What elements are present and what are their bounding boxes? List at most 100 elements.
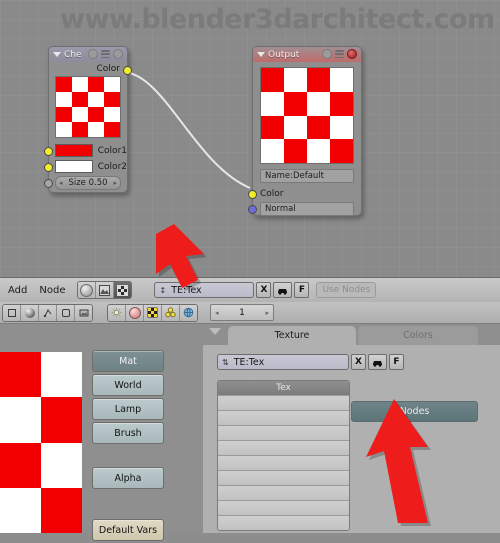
panel-delete-datablock-button[interactable]: X xyxy=(351,354,366,370)
list-item[interactable] xyxy=(218,425,349,440)
slider-left-arrow-icon[interactable]: ◂ xyxy=(59,179,63,187)
texture-preview[interactable] xyxy=(0,352,82,533)
socket-color-input[interactable] xyxy=(248,190,257,199)
view-button-group[interactable] xyxy=(2,303,93,322)
preview-world-button[interactable]: World xyxy=(92,374,164,396)
node-type-button-group[interactable] xyxy=(77,281,133,299)
material-nodes-icon[interactable] xyxy=(78,282,97,298)
collapse-triangle-icon[interactable] xyxy=(257,52,265,57)
node-output-normal-row[interactable]: Normal xyxy=(248,201,354,216)
fake-user-button[interactable]: F xyxy=(294,282,310,298)
socket-size-input[interactable] xyxy=(44,179,53,188)
preview-lamp-button[interactable]: Lamp xyxy=(92,398,164,420)
panel-texture-datablock-field[interactable]: ⇅ TE:Tex xyxy=(217,354,349,370)
delete-datablock-button[interactable]: X xyxy=(256,282,272,298)
constraint-icon[interactable] xyxy=(39,304,57,321)
output-name-field[interactable]: Name:Default xyxy=(260,169,354,183)
buttons-window-header[interactable]: ◂ 1 ▸ xyxy=(0,302,500,324)
size-slider-label: Size 0.50 xyxy=(68,177,108,188)
socket-color-output[interactable] xyxy=(123,66,132,75)
node-preview-icon[interactable] xyxy=(335,50,344,58)
menu-add[interactable]: Add xyxy=(8,285,27,296)
node-output[interactable]: Output Name:Default Color Normal xyxy=(248,46,362,216)
shading-button-group[interactable] xyxy=(107,303,198,322)
node-checker-color2-row[interactable]: Color2 xyxy=(44,160,127,173)
list-item[interactable] xyxy=(218,500,349,515)
tab-colors[interactable]: Colors xyxy=(358,326,478,345)
node-output-preview xyxy=(260,67,354,164)
node-options-icon[interactable] xyxy=(88,49,98,59)
node-close-icon[interactable] xyxy=(347,49,357,59)
node-editor-header[interactable]: Add Node ↕ TE:Tex X F Use Nodes xyxy=(0,277,500,302)
panel-texture-datablock-value: TE:Tex xyxy=(233,356,265,368)
socket-normal-input[interactable] xyxy=(248,205,257,214)
texture-index-counter[interactable]: ◂ 1 ▸ xyxy=(210,304,274,321)
menu-node[interactable]: Node xyxy=(39,285,65,296)
size-slider[interactable]: ◂ Size 0.50 ▸ xyxy=(55,175,121,190)
browse-datablock-icon[interactable]: ↕ xyxy=(159,286,166,294)
texture-list-header: Tex xyxy=(218,381,349,395)
node-checker-header[interactable]: Che xyxy=(49,47,127,62)
socket-color2-input[interactable] xyxy=(44,163,53,172)
list-item[interactable] xyxy=(218,440,349,455)
texture-datablock-field[interactable]: ↕ TE:Tex xyxy=(154,282,255,298)
car-icon[interactable] xyxy=(368,354,387,370)
preview-type-buttons: Mat World Lamp Brush Alpha Default Vars xyxy=(92,350,164,543)
node-options-icon[interactable] xyxy=(322,49,332,59)
node-editor[interactable]: www.blender3darchitect.com Che Color Col… xyxy=(0,0,500,277)
list-item[interactable] xyxy=(218,515,349,530)
nodes-button[interactable]: Nodes xyxy=(351,401,478,422)
material-sphere-icon[interactable] xyxy=(21,304,39,321)
composite-nodes-icon[interactable] xyxy=(96,282,115,298)
blender-window: www.blender3darchitect.com Che Color Col… xyxy=(0,0,500,541)
color2-swatch[interactable] xyxy=(55,160,93,173)
output-normal-field[interactable]: Normal xyxy=(260,201,354,216)
node-output-color-row[interactable]: Color xyxy=(248,187,354,200)
radiosity-icon[interactable] xyxy=(162,304,180,321)
preview-brush-button[interactable]: Brush xyxy=(92,422,164,444)
node-checker-size-row[interactable]: ◂ Size 0.50 ▸ xyxy=(44,175,121,190)
output-color-label: Color xyxy=(260,188,284,199)
browse-datablock-icon[interactable]: ⇅ xyxy=(222,358,229,366)
node-close-icon[interactable] xyxy=(113,49,123,59)
list-item[interactable] xyxy=(218,410,349,425)
counter-right-arrow-icon[interactable]: ▸ xyxy=(265,309,269,317)
car-icon[interactable] xyxy=(273,282,293,298)
world-icon[interactable] xyxy=(180,304,197,321)
texture-nodes-icon[interactable] xyxy=(114,282,132,298)
counter-left-arrow-icon[interactable]: ◂ xyxy=(215,309,219,317)
tab-texture[interactable]: Texture xyxy=(228,326,356,345)
material-icon[interactable] xyxy=(126,304,144,321)
list-item[interactable] xyxy=(218,395,349,410)
node-output-header[interactable]: Output xyxy=(253,47,361,62)
node-checker-color1-row[interactable]: Color1 xyxy=(44,144,127,157)
lamp-icon[interactable] xyxy=(108,304,126,321)
texture-channel-list[interactable]: Tex xyxy=(217,380,350,531)
socket-color1-input[interactable] xyxy=(44,147,53,156)
texture-panel-body: ⇅ TE:Tex X F Tex Nodes xyxy=(203,345,500,533)
list-item[interactable] xyxy=(218,485,349,500)
list-item[interactable] xyxy=(218,470,349,485)
node-checker[interactable]: Che Color Color1 Color2 ◂ Size 0.50 ▸ xyxy=(44,46,132,193)
node-checker-header-icons xyxy=(88,49,123,59)
collapse-triangle-icon[interactable] xyxy=(53,52,61,57)
panel-fake-user-button[interactable]: F xyxy=(389,354,404,370)
buttons-window: Mat World Lamp Brush Alpha Default Vars … xyxy=(0,324,500,541)
panel-collapse-triangle-icon[interactable] xyxy=(209,328,221,335)
list-item[interactable] xyxy=(218,455,349,470)
preview-mat-button[interactable]: Mat xyxy=(92,350,164,372)
node-checker-title: Che xyxy=(64,49,82,60)
alpha-button[interactable]: Alpha xyxy=(92,467,164,489)
node-preview-icon[interactable] xyxy=(101,50,110,58)
texture-icon[interactable] xyxy=(144,304,162,321)
panel-tab-bar: Texture Colors xyxy=(203,324,500,345)
object-icon[interactable] xyxy=(3,304,21,321)
slider-right-arrow-icon[interactable]: ▸ xyxy=(113,179,117,187)
color1-swatch[interactable] xyxy=(55,144,93,157)
node-output-header-icons xyxy=(322,49,357,59)
modifier-icon[interactable] xyxy=(57,304,75,321)
default-vars-button[interactable]: Default Vars xyxy=(92,519,164,541)
node-checker-preview xyxy=(55,76,121,138)
image-icon[interactable] xyxy=(75,304,92,321)
use-nodes-button[interactable]: Use Nodes xyxy=(316,282,377,298)
